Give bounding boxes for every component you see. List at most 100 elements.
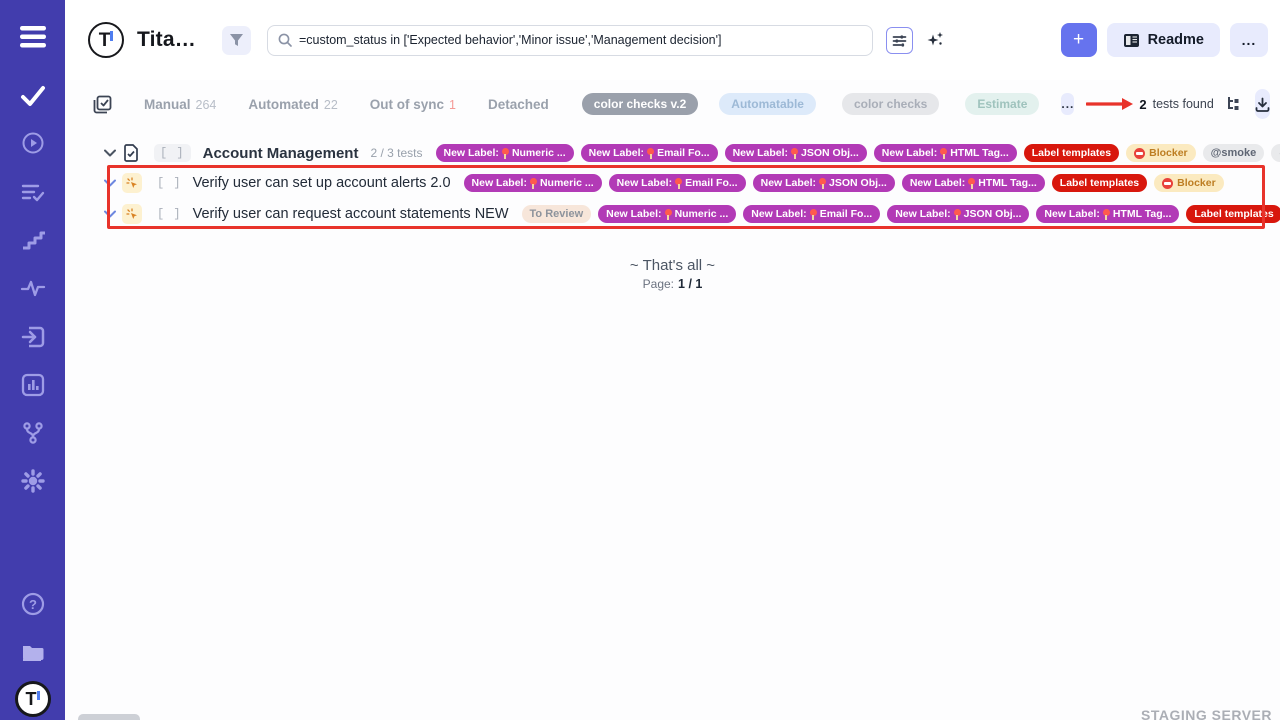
saved-filter-automatable[interactable]: Automatable xyxy=(719,93,816,115)
test-name: Verify user can set up account alerts 2.… xyxy=(193,175,451,191)
label-pill[interactable]: New Label: Numeric ... xyxy=(436,144,574,162)
integrations-icon[interactable] xyxy=(0,420,65,446)
id-brackets: [ ] xyxy=(157,207,182,221)
label-pill[interactable]: New Label: HTML Tag... xyxy=(874,144,1017,162)
pushpin-icon xyxy=(647,148,654,159)
pushpin-icon xyxy=(530,178,537,189)
filters-more-button[interactable]: ... xyxy=(1061,93,1074,115)
search-input[interactable] xyxy=(299,33,862,47)
folder-labels: New Label: Numeric ... New Label: Email F… xyxy=(436,144,1280,162)
label-pill[interactable]: Blocker xyxy=(1126,144,1196,162)
saved-filter-color-checks-v2[interactable]: color checks v.2 xyxy=(582,93,699,115)
sparkles-icon xyxy=(925,30,945,50)
folder-meta: 2 / 3 tests xyxy=(370,146,422,160)
tab-manual[interactable]: Manual264 xyxy=(144,97,216,112)
folder-row-account-management[interactable]: [ ] Account Management 2 / 3 tests New L… xyxy=(65,139,1280,167)
search-settings-button[interactable] xyxy=(886,27,913,54)
label-pill[interactable]: New Label: JSON Obj... xyxy=(887,205,1029,223)
select-all-icon[interactable] xyxy=(93,95,112,114)
funnel-icon xyxy=(229,33,244,48)
tests-icon[interactable] xyxy=(0,84,65,108)
test-runs-icon[interactable] xyxy=(0,131,65,155)
hamburger-menu-icon[interactable] xyxy=(0,24,65,50)
pagination: Page: 1 / 1 xyxy=(65,277,1280,291)
test-labels: To Review New Label: Numeric ... New Label… xyxy=(522,205,1280,223)
label-pill[interactable]: Label templates xyxy=(1052,174,1147,192)
tab-detached[interactable]: Detached xyxy=(488,97,549,112)
header: T Tita… + Readme ... xyxy=(65,0,1280,80)
readme-button[interactable]: Readme xyxy=(1107,23,1220,57)
horizontal-scrollbar-thumb[interactable] xyxy=(78,714,140,720)
pushpin-icon xyxy=(675,178,682,189)
tab-out-of-sync[interactable]: Out of sync1 xyxy=(370,97,456,112)
label-pill[interactable]: New Label: JSON Obj... xyxy=(753,174,895,192)
label-pill[interactable]: New Label: Numeric ... xyxy=(598,205,736,223)
chevron-down-icon[interactable] xyxy=(104,179,116,187)
test-row-2[interactable]: [ ] Verify user can request account stat… xyxy=(65,200,1280,228)
results-label: tests found xyxy=(1153,97,1214,111)
pushpin-icon xyxy=(819,178,826,189)
pushpin-icon xyxy=(954,209,961,220)
label-pill[interactable]: New Label: Email Fo... xyxy=(743,205,880,223)
svg-text:?: ? xyxy=(29,597,37,612)
label-pill[interactable]: Blocker xyxy=(1154,174,1224,192)
manual-click-icon xyxy=(122,204,142,224)
label-pill[interactable]: @localisation xyxy=(1271,144,1280,162)
label-pill[interactable]: New Label: HTML Tag... xyxy=(902,174,1045,192)
add-button[interactable]: + xyxy=(1061,23,1097,57)
label-pill[interactable]: Label templates xyxy=(1024,144,1119,162)
ai-sparkles-button[interactable] xyxy=(923,28,947,52)
label-pill[interactable]: New Label: Email Fo... xyxy=(581,144,718,162)
filter-funnel-button[interactable] xyxy=(222,26,251,55)
filter-bar: Manual264 Automated22 Out of sync1 Detac… xyxy=(65,88,1280,120)
saved-filter-estimate[interactable]: Estimate xyxy=(965,93,1039,115)
no-entry-icon xyxy=(1162,178,1173,189)
page-label: Page: xyxy=(643,277,674,291)
label-pill[interactable]: New Label: Numeric ... xyxy=(464,174,602,192)
pushpin-icon xyxy=(810,209,817,220)
saved-filter-color-checks[interactable]: color checks xyxy=(842,93,939,115)
readme-label: Readme xyxy=(1148,32,1204,48)
label-pill[interactable]: Label templates xyxy=(1186,205,1280,223)
milestones-icon[interactable] xyxy=(0,228,65,252)
document-check-icon xyxy=(123,144,139,162)
chevron-down-icon[interactable] xyxy=(104,210,116,218)
help-icon[interactable]: ? xyxy=(0,591,65,617)
activity-icon[interactable] xyxy=(0,276,65,300)
manual-click-icon xyxy=(122,173,142,193)
test-row-1[interactable]: [ ] Verify user can set up account alert… xyxy=(65,169,1280,197)
pushpin-icon xyxy=(791,148,798,159)
header-actions: + Readme ... xyxy=(1061,23,1280,57)
bottom-logo[interactable]: T xyxy=(0,681,65,717)
book-icon xyxy=(1123,33,1140,48)
download-button[interactable] xyxy=(1255,89,1270,119)
label-pill[interactable]: To Review xyxy=(522,205,592,223)
app-logo[interactable]: T xyxy=(88,22,124,58)
header-more-button[interactable]: ... xyxy=(1230,23,1268,57)
no-entry-icon xyxy=(1134,148,1145,159)
results-count: 2 xyxy=(1139,97,1146,112)
id-brackets: [ ] xyxy=(154,144,191,162)
projects-folder-icon[interactable] xyxy=(0,639,65,665)
test-labels: New Label: Numeric ... New Label: Email F… xyxy=(464,174,1224,192)
label-pill[interactable]: New Label: Email Fo... xyxy=(609,174,746,192)
chevron-down-icon[interactable] xyxy=(104,149,116,157)
checklist-icon[interactable] xyxy=(0,180,65,204)
pushpin-icon xyxy=(940,148,947,159)
staging-watermark: STAGING SERVER xyxy=(1141,707,1272,720)
search-icon xyxy=(278,33,292,47)
label-pill[interactable]: New Label: JSON Obj... xyxy=(725,144,867,162)
page-value: 1 / 1 xyxy=(678,277,702,291)
tree-expand-icon[interactable] xyxy=(1226,96,1242,112)
tab-automated[interactable]: Automated22 xyxy=(248,97,337,112)
label-pill[interactable]: New Label: HTML Tag... xyxy=(1036,205,1179,223)
id-brackets: [ ] xyxy=(157,176,182,190)
label-pill[interactable]: @smoke xyxy=(1203,144,1265,162)
settings-gear-icon[interactable] xyxy=(0,468,65,494)
download-icon xyxy=(1255,97,1270,112)
import-icon[interactable] xyxy=(0,324,65,350)
search-bar xyxy=(267,25,873,56)
annotation-arrow xyxy=(1086,97,1134,111)
pushpin-icon xyxy=(1103,209,1110,220)
reports-icon[interactable] xyxy=(0,372,65,398)
